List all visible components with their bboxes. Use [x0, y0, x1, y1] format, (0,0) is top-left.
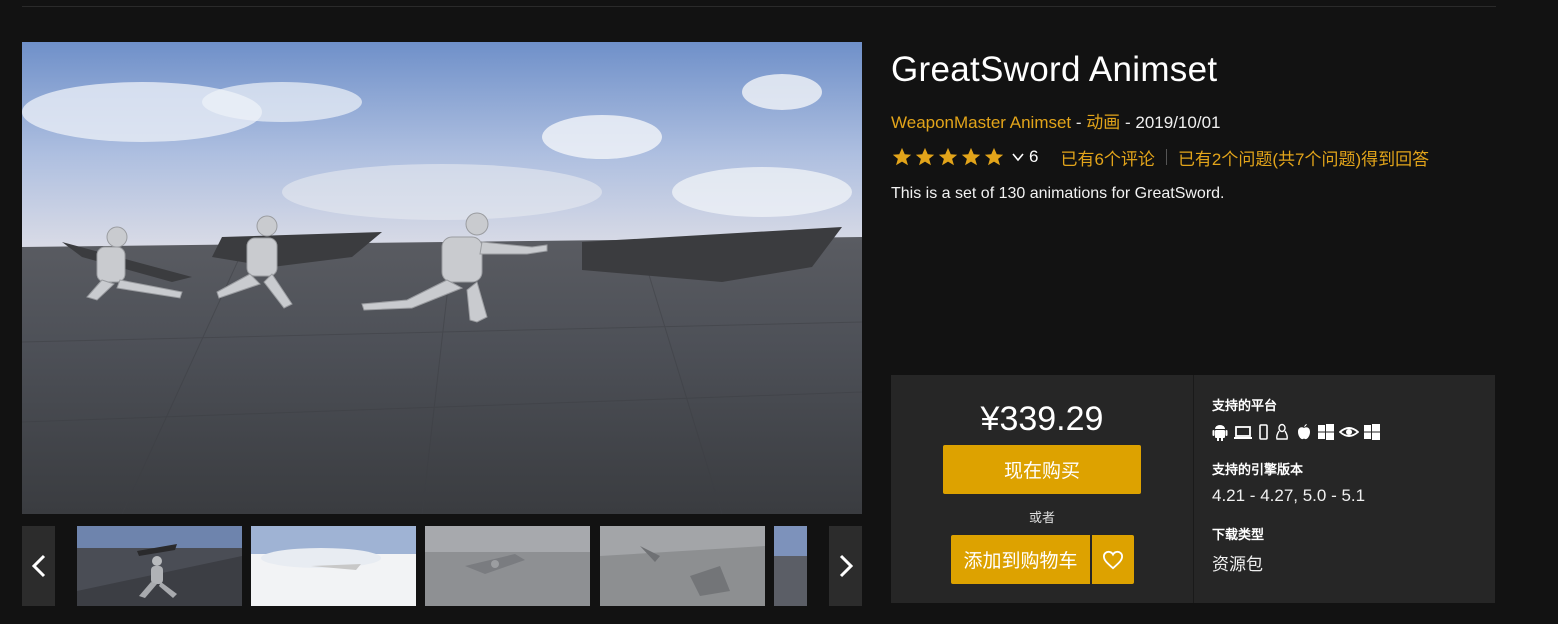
- thumbnail-3[interactable]: [425, 526, 590, 606]
- star-icon: [961, 147, 981, 166]
- apple-icon: [1298, 424, 1310, 440]
- chevron-down-icon[interactable]: [1012, 151, 1024, 163]
- windows-icon: [1318, 424, 1334, 440]
- price: ¥339.29: [980, 400, 1104, 438]
- main-preview-image[interactable]: [22, 42, 862, 514]
- heart-icon: [1102, 550, 1124, 569]
- seller-link[interactable]: WeaponMaster Animset: [891, 113, 1071, 132]
- download-type: 资源包: [1212, 555, 1263, 574]
- vr-eye-icon: [1339, 427, 1359, 437]
- carousel-prev-button[interactable]: [22, 526, 55, 606]
- rating-row: 6 已有6个评论 已有2个问题(共7个问题)得到回答: [891, 145, 1429, 169]
- windows-store-icon: [1364, 424, 1380, 440]
- panel-divider: [1193, 375, 1194, 603]
- download-type-label: 下载类型: [1212, 527, 1265, 542]
- product-title: GreatSword Animset: [891, 50, 1218, 89]
- star-rating[interactable]: [891, 146, 1005, 168]
- purchase-panel: ¥339.29 现在购买 或者 添加到购物车 支持的平台 支持的引擎版本 4.2…: [891, 375, 1495, 603]
- android-icon: [1212, 425, 1228, 441]
- product-description: This is a set of 130 animations for Grea…: [891, 185, 1225, 202]
- star-icon: [892, 147, 912, 166]
- link-divider: [1165, 149, 1167, 165]
- mobile-icon: [1259, 424, 1268, 440]
- thumbnail-4[interactable]: [600, 526, 765, 606]
- desktop-icon: [1234, 426, 1252, 439]
- questions-link[interactable]: 已有2个问题(共7个问题)得到回答: [1178, 145, 1429, 170]
- rating-count: 6: [1029, 147, 1039, 166]
- meta-separator: -: [1071, 113, 1087, 132]
- platforms-label: 支持的平台: [1212, 398, 1278, 413]
- chevron-left-icon: [31, 554, 45, 578]
- chevron-right-icon: [839, 554, 853, 578]
- thumbnail-1[interactable]: [77, 526, 242, 606]
- engine-label: 支持的引擎版本: [1212, 462, 1304, 477]
- linux-icon: [1276, 423, 1288, 440]
- release-date: 2019/10/01: [1135, 113, 1221, 132]
- wishlist-button[interactable]: [1092, 535, 1134, 584]
- reviews-link[interactable]: 已有6个评论: [1060, 145, 1154, 170]
- buy-now-button[interactable]: 现在购买: [943, 445, 1141, 494]
- product-meta: WeaponMaster Animset - 动画 - 2019/10/01: [891, 108, 1220, 133]
- or-label: 或者: [1028, 510, 1055, 525]
- engine-versions: 4.21 - 4.27, 5.0 - 5.1: [1212, 486, 1366, 505]
- star-icon: [938, 147, 958, 166]
- thumbnail-2[interactable]: [251, 526, 416, 606]
- star-icon: [984, 147, 1004, 166]
- thumbnail-5[interactable]: [774, 526, 807, 606]
- star-icon: [915, 147, 935, 166]
- category-link[interactable]: 动画: [1086, 113, 1120, 132]
- carousel-next-button[interactable]: [829, 526, 862, 606]
- top-divider: [22, 6, 1496, 7]
- add-to-cart-button[interactable]: 添加到购物车: [951, 535, 1090, 584]
- meta-separator: -: [1120, 113, 1136, 132]
- platform-icons: [1211, 423, 1381, 441]
